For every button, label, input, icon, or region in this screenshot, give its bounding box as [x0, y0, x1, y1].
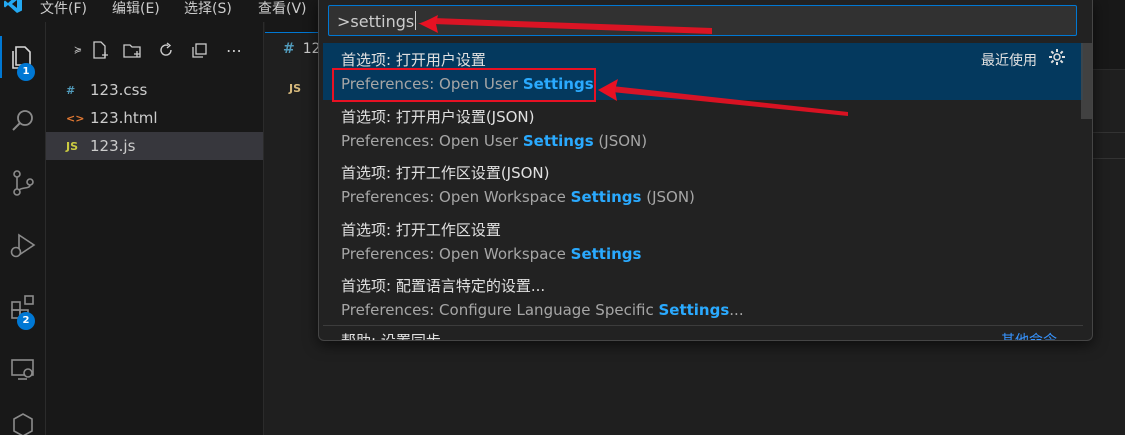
detail-text: Preferences: Configure Language Specific — [341, 301, 659, 319]
extensions-activity[interactable]: 2 — [0, 284, 46, 330]
command-detail: Preferences: Open Workspace Settings (JS… — [341, 188, 695, 206]
recently-used-label: 最近使用 — [981, 53, 1037, 69]
run-debug-activity[interactable] — [0, 222, 46, 268]
command-detail: Preferences: Open Workspace Settings — [341, 245, 641, 263]
js-file-icon: JS — [66, 139, 79, 153]
remote-explorer-activity[interactable] — [0, 346, 46, 392]
explorer-badge: 1 — [17, 63, 35, 81]
command-item[interactable]: 首选项: 打开用户设置(JSON) Preferences: Open User… — [323, 100, 1083, 157]
command-list-scrollbar[interactable] — [1081, 43, 1092, 119]
command-label: 首选项: 打开用户设置 — [341, 51, 486, 69]
file-name: 123.js — [90, 137, 136, 155]
menu-file[interactable]: 文件(F) — [40, 0, 87, 18]
source-control-icon — [13, 170, 34, 196]
command-palette: >settings 首选项: 打开用户设置 最近使用 Preferences: … — [318, 0, 1093, 341]
gear-icon[interactable] — [1047, 47, 1067, 67]
match-highlight: Settings — [658, 301, 730, 319]
new-folder-icon[interactable] — [122, 39, 142, 61]
command-label: 首选项: 配置语言特定的设置... — [341, 277, 546, 295]
command-item[interactable]: 首选项: 配置语言特定的设置... Preferences: Configure… — [323, 269, 1083, 326]
html-file-icon: <> — [66, 111, 85, 125]
explorer-toolbar: ≽ ⋯ — [46, 39, 264, 61]
file-name: 123.css — [90, 81, 148, 99]
command-detail: Preferences: Configure Language Specific… — [341, 301, 744, 319]
text-caret — [415, 11, 417, 30]
command-label: 首选项: 打开工作区设置 — [341, 221, 501, 239]
run-debug-icon — [10, 233, 36, 258]
detail-text: (JSON) — [593, 132, 648, 150]
command-item[interactable]: 帮助: 设置同步 其他命令 — [323, 326, 1083, 341]
collapse-folder-icon[interactable]: ≽ — [68, 39, 88, 61]
menu-edit[interactable]: 编辑(E) — [112, 0, 160, 18]
editor-tab[interactable]: #12 — [265, 32, 325, 70]
menu-selection[interactable]: 选择(S) — [184, 0, 232, 18]
css-file-icon: # — [66, 83, 76, 97]
match-highlight: Settings — [522, 132, 594, 150]
file-row-html[interactable]: <> 123.html — [46, 104, 263, 132]
match-highlight: Settings — [570, 245, 642, 263]
explorer-sidebar: ≽ ⋯ # 123.css <> 123.html JS 123.js — [46, 22, 264, 435]
command-detail: Preferences: Open User Settings (JSON) — [341, 132, 647, 150]
command-label: 首选项: 打开工作区设置(JSON) — [341, 164, 550, 182]
annotation-highlight-box — [332, 68, 596, 102]
command-item[interactable]: 首选项: 打开工作区设置(JSON) Preferences: Open Wor… — [323, 156, 1083, 213]
breadcrumb-js-icon: JS — [289, 82, 302, 95]
explorer-activity[interactable]: 1 — [0, 34, 46, 81]
command-palette-input[interactable]: >settings — [328, 5, 1077, 36]
file-row-css[interactable]: # 123.css — [46, 76, 263, 104]
testing-activity[interactable] — [0, 402, 46, 435]
file-name: 123.html — [90, 109, 158, 127]
file-row-js[interactable]: JS 123.js — [46, 132, 263, 160]
command-query: >settings — [337, 12, 415, 31]
detail-text: Preferences: Open User — [341, 132, 523, 150]
remote-explorer-icon — [11, 359, 34, 380]
menu-view[interactable]: 查看(V) — [258, 0, 307, 18]
command-label: 帮助: 设置同步 — [341, 332, 441, 341]
source-control-activity[interactable] — [0, 160, 46, 206]
collapse-all-icon[interactable] — [190, 39, 210, 61]
other-commands-label: 其他命令 — [1001, 333, 1057, 341]
detail-text: (JSON) — [641, 188, 695, 206]
activity-bar: 1 2 — [0, 22, 46, 435]
extensions-badge: 2 — [17, 312, 35, 330]
detail-text: Preferences: Open Workspace — [341, 245, 571, 263]
detail-text: ... — [729, 301, 744, 319]
detail-text: Preferences: Open Workspace — [341, 188, 571, 206]
search-activity[interactable] — [0, 98, 46, 144]
css-file-icon: # — [283, 41, 295, 57]
refresh-icon[interactable] — [156, 39, 176, 61]
new-file-icon[interactable] — [90, 39, 110, 61]
vscode-logo-icon — [4, 0, 22, 13]
command-item[interactable]: 首选项: 打开工作区设置 Preferences: Open Workspace… — [323, 213, 1083, 270]
search-icon — [12, 110, 33, 131]
command-label: 首选项: 打开用户设置(JSON) — [341, 108, 535, 126]
match-highlight: Settings — [570, 188, 642, 206]
more-actions-icon[interactable]: ⋯ — [224, 39, 244, 61]
flask-icon — [13, 413, 33, 435]
